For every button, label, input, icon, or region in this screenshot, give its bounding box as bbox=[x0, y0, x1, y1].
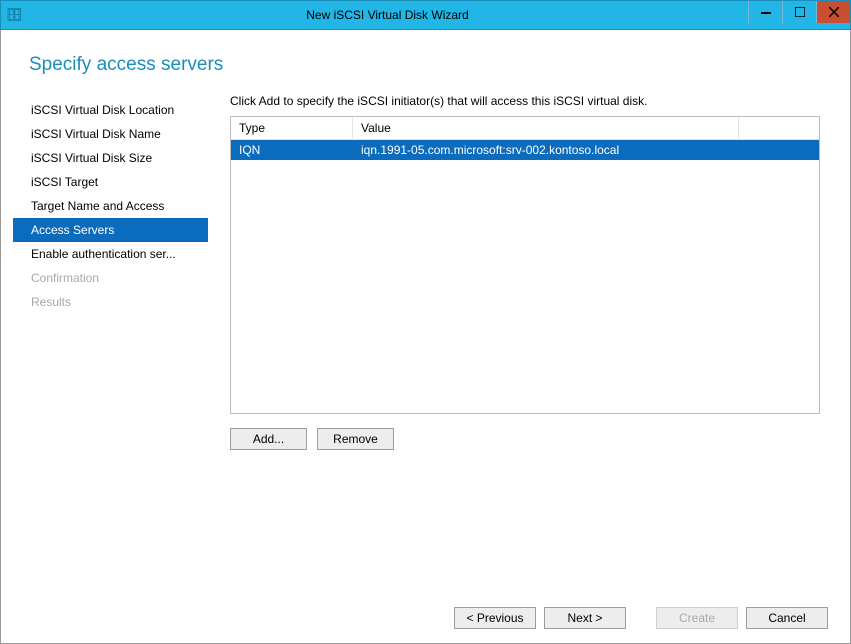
initiators-table: Type Value IQN iqn.1991-05.com.microsoft… bbox=[230, 116, 820, 414]
close-button[interactable] bbox=[816, 1, 850, 23]
maximize-icon bbox=[795, 7, 805, 17]
wizard-sidebar: iSCSI Virtual Disk Location iSCSI Virtua… bbox=[13, 94, 208, 450]
column-header-value[interactable]: Value bbox=[353, 117, 739, 139]
previous-button[interactable]: < Previous bbox=[454, 607, 536, 629]
minimize-button[interactable] bbox=[748, 1, 782, 23]
window-controls bbox=[748, 1, 850, 29]
sidebar-item-target-name[interactable]: Target Name and Access bbox=[13, 194, 208, 218]
sidebar-item-target[interactable]: iSCSI Target bbox=[13, 170, 208, 194]
cell-value: iqn.1991-05.com.microsoft:srv-002.kontos… bbox=[353, 140, 819, 160]
add-button[interactable]: Add... bbox=[230, 428, 307, 450]
sidebar-item-disk-size[interactable]: iSCSI Virtual Disk Size bbox=[13, 146, 208, 170]
main-panel: Click Add to specify the iSCSI initiator… bbox=[208, 94, 838, 450]
column-header-type[interactable]: Type bbox=[231, 117, 353, 139]
sidebar-item-results: Results bbox=[13, 290, 208, 314]
sidebar-item-disk-location[interactable]: iSCSI Virtual Disk Location bbox=[13, 98, 208, 122]
column-header-spacer bbox=[739, 117, 819, 139]
close-icon bbox=[829, 7, 839, 17]
instruction-text: Click Add to specify the iSCSI initiator… bbox=[230, 94, 820, 108]
app-icon: 🗄 bbox=[1, 0, 27, 30]
cancel-button[interactable]: Cancel bbox=[746, 607, 828, 629]
window-title: New iSCSI Virtual Disk Wizard bbox=[27, 8, 748, 22]
table-action-buttons: Add... Remove bbox=[230, 428, 820, 450]
remove-button[interactable]: Remove bbox=[317, 428, 394, 450]
window-body: Specify access servers iSCSI Virtual Dis… bbox=[0, 30, 851, 644]
cell-type: IQN bbox=[231, 140, 353, 160]
titlebar: 🗄 New iSCSI Virtual Disk Wizard bbox=[0, 0, 851, 30]
minimize-icon bbox=[761, 7, 771, 17]
content-area: iSCSI Virtual Disk Location iSCSI Virtua… bbox=[9, 94, 842, 450]
create-button: Create bbox=[656, 607, 738, 629]
table-header: Type Value bbox=[231, 117, 819, 140]
sidebar-item-access-servers[interactable]: Access Servers bbox=[13, 218, 208, 242]
table-row[interactable]: IQN iqn.1991-05.com.microsoft:srv-002.ko… bbox=[231, 140, 819, 160]
maximize-button[interactable] bbox=[782, 1, 816, 23]
next-button[interactable]: Next > bbox=[544, 607, 626, 629]
sidebar-item-enable-auth[interactable]: Enable authentication ser... bbox=[13, 242, 208, 266]
sidebar-item-confirmation: Confirmation bbox=[13, 266, 208, 290]
sidebar-item-disk-name[interactable]: iSCSI Virtual Disk Name bbox=[13, 122, 208, 146]
wizard-footer: < Previous Next > Create Cancel bbox=[454, 607, 828, 629]
page-title: Specify access servers bbox=[9, 30, 842, 94]
